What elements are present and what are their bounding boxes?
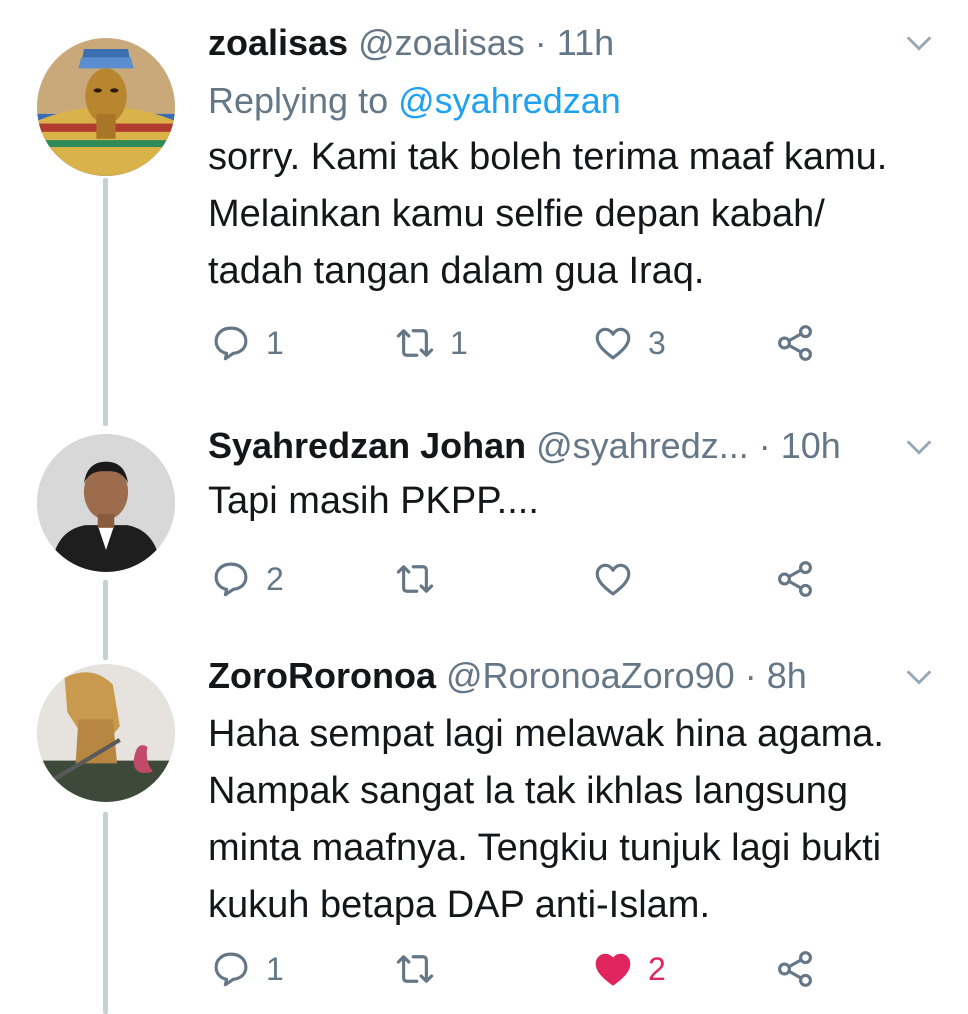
tweet[interactable]: Syahredzan Johan @syahredz... · 10h Tapi… <box>0 400 968 630</box>
like-count: 2 <box>648 950 666 987</box>
timestamp[interactable]: 11h <box>557 22 614 63</box>
share-icon <box>778 951 812 987</box>
share-button[interactable] <box>774 318 816 368</box>
timestamp[interactable]: 8h <box>767 655 807 696</box>
avatar[interactable] <box>37 434 175 572</box>
avatar-image <box>37 664 175 802</box>
separator: · <box>534 22 547 63</box>
tweet[interactable]: zoalisas @zoalisas · 11h Replying to @sy… <box>0 0 968 400</box>
retweet-icon <box>396 955 434 983</box>
reply-button[interactable]: 1 <box>210 944 284 994</box>
tweet-text: Tapi masih PKPP.... <box>208 473 938 530</box>
tweet-text-line: kukuh betapa DAP anti-Islam. <box>208 884 711 926</box>
tweet-header: zoalisas @zoalisas · 11h <box>208 18 614 68</box>
replying-to-label: Replying to <box>208 80 389 121</box>
tweet-header: ZoroRoronoa @RoronoaZoro90 · 8h <box>208 651 807 701</box>
reply-button[interactable]: 2 <box>210 554 284 604</box>
like-count: 3 <box>648 324 666 361</box>
tweet-text-line: sorry. Kami tak boleh terima maaf kamu. <box>208 136 888 178</box>
retweet-count: 1 <box>450 324 468 361</box>
like-button[interactable] <box>592 554 648 604</box>
retweet-icon <box>396 565 434 593</box>
avatar-image <box>37 38 175 176</box>
heart-icon <box>595 563 631 596</box>
action-bar: 1 2 <box>208 944 848 994</box>
replying-to: Replying to @syahredzan <box>208 76 621 126</box>
display-name[interactable]: Syahredzan Johan <box>208 425 526 466</box>
like-button[interactable]: 2 <box>592 944 666 994</box>
reply-count: 1 <box>266 324 284 361</box>
avatar[interactable] <box>37 38 175 176</box>
replying-to-link[interactable]: @syahredzan <box>398 80 621 121</box>
avatar[interactable] <box>37 664 175 802</box>
retweet-button[interactable]: 1 <box>394 318 468 368</box>
reply-icon <box>214 562 248 597</box>
heart-icon <box>595 953 631 986</box>
tweet-text-line: Nampak sangat la tak ikhlas langsung <box>208 770 849 812</box>
separator: · <box>758 425 771 466</box>
avatar-image <box>37 434 175 572</box>
tweet-text-line: Tapi masih PKPP.... <box>208 480 539 522</box>
share-button[interactable] <box>774 554 816 604</box>
tweet-text-line: Haha sempat lagi melawak hina agama. <box>208 713 884 755</box>
share-icon <box>778 325 812 361</box>
tweet-text: Haha sempat lagi melawak hina agama. Nam… <box>208 706 938 934</box>
retweet-icon <box>396 329 434 357</box>
tweet-text-line: minta maafnya. Tengkiu tunjuk lagi bukti <box>208 827 882 869</box>
reply-icon <box>214 952 248 987</box>
reply-count: 1 <box>266 950 284 987</box>
user-handle[interactable]: @RoronoaZoro90 <box>446 655 735 696</box>
tweet-text-line: Melainkan kamu selfie depan kabah/ <box>208 193 825 235</box>
chevron-down-icon[interactable] <box>902 26 936 60</box>
heart-icon <box>595 327 631 360</box>
user-handle[interactable]: @zoalisas <box>358 22 525 63</box>
action-bar: 1 1 3 <box>208 318 848 368</box>
like-button[interactable]: 3 <box>592 318 666 368</box>
retweet-button[interactable] <box>394 554 450 604</box>
reply-button[interactable]: 1 <box>210 318 284 368</box>
user-handle[interactable]: @syahredz... <box>536 425 749 466</box>
reply-icon <box>214 326 248 361</box>
reply-count: 2 <box>266 560 284 597</box>
separator: · <box>744 655 757 696</box>
share-button[interactable] <box>774 944 816 994</box>
action-bar: 2 <box>208 554 848 604</box>
tweet-text: sorry. Kami tak boleh terima maaf kamu. … <box>208 129 938 300</box>
display-name[interactable]: zoalisas <box>208 22 348 63</box>
share-icon <box>778 561 812 597</box>
tweet-header: Syahredzan Johan @syahredz... · 10h <box>208 421 841 471</box>
tweet-text-line: tadah tangan dalam gua Iraq. <box>208 250 705 292</box>
chevron-down-icon[interactable] <box>902 660 936 694</box>
tweet[interactable]: ZoroRoronoa @RoronoaZoro90 · 8h Haha sem… <box>0 630 968 1014</box>
display-name[interactable]: ZoroRoronoa <box>208 655 436 696</box>
retweet-button[interactable] <box>394 944 450 994</box>
timestamp[interactable]: 10h <box>781 425 841 466</box>
chevron-down-icon[interactable] <box>902 430 936 464</box>
